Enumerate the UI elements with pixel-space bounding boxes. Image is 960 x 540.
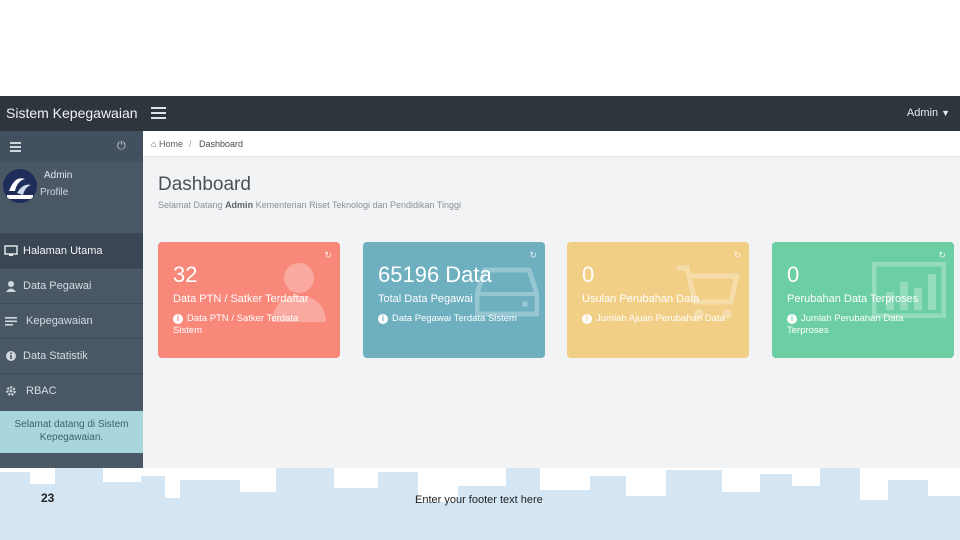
breadcrumb-home[interactable]: ⌂ Home xyxy=(151,139,183,149)
info-icon: i xyxy=(582,314,592,324)
card-value: 0 xyxy=(582,262,595,287)
card-info: i Data Pegawai Terdata Sistem xyxy=(378,313,528,325)
sidebar-item-data-statistik[interactable]: Data Statistik xyxy=(0,338,143,373)
power-icon[interactable]: ⏻ xyxy=(117,140,126,153)
user-menu[interactable]: Admin ▼ xyxy=(907,107,950,119)
sidebar: ⏻ Admin Profile Halaman Utama Data Pegaw… xyxy=(0,131,143,468)
sidebar-menu-icon[interactable] xyxy=(10,142,21,152)
desktop-icon xyxy=(4,245,18,257)
sidebar-item-label: RBAC xyxy=(26,385,57,397)
avatar xyxy=(3,169,37,203)
sidebar-item-kepegawaian[interactable]: Kepegawaian xyxy=(0,303,143,338)
profile-link[interactable]: Profile xyxy=(40,187,68,198)
bar-chart-icon xyxy=(872,262,946,318)
card-info: i Jumlah Perubahan Data Terproses xyxy=(787,313,937,337)
refresh-icon[interactable]: ↻ xyxy=(324,250,332,261)
page-title: Dashboard xyxy=(158,174,251,195)
stat-card-terproses[interactable]: ↻ 0 Perubahan Data Terproses i Jumlah Per… xyxy=(772,242,954,358)
sidebar-item-halaman-utama[interactable]: Halaman Utama xyxy=(0,233,143,268)
chevron-down-icon: ▼ xyxy=(941,108,950,118)
info-icon: i xyxy=(378,314,388,324)
card-info-text: Data PTN / Satker Terdata Sistem xyxy=(173,313,299,336)
app-screenshot: Sistem Kepegawaian Admin ▼ ⏻ Admin Profi… xyxy=(0,96,960,468)
footer-text: Enter your footer text here xyxy=(415,494,543,506)
card-info: i Data PTN / Satker Terdata Sistem xyxy=(173,313,323,337)
card-title: Total Data Pegawai xyxy=(378,293,473,305)
gear-icon xyxy=(4,385,18,397)
slide: Sistem Kepegawaian Admin ▼ ⏻ Admin Profi… xyxy=(0,0,960,540)
brand-title[interactable]: Sistem Kepegawaian xyxy=(6,105,138,121)
sidebar-header: ⏻ xyxy=(0,131,143,162)
list-icon xyxy=(4,315,18,327)
card-value: 32 xyxy=(173,262,198,287)
user-panel: Admin Profile xyxy=(0,162,143,222)
subtitle-suffix: Kementerian Riset Teknologi dan Pendidik… xyxy=(255,200,462,210)
card-info-text: Data Pegawai Terdata Sistem xyxy=(392,313,517,324)
sidebar-item-label: Data Pegawai xyxy=(23,280,92,292)
user-icon xyxy=(4,280,18,292)
card-info-text: Jumlah Ajuan Perubahan Data xyxy=(596,313,725,324)
card-info-text: Jumlah Perubahan Data Terproses xyxy=(787,313,904,336)
card-title: Data PTN / Satker Terdaftar xyxy=(173,293,309,305)
menu-toggle-icon[interactable] xyxy=(151,107,166,119)
user-name: Admin xyxy=(44,170,73,181)
card-title: Usulan Perubahan Data xyxy=(582,293,700,305)
subtitle-user: Admin xyxy=(225,200,254,210)
sidebar-item-label: Kepegawaian xyxy=(26,315,93,327)
user-menu-label: Admin xyxy=(906,107,939,119)
refresh-icon[interactable]: ↻ xyxy=(529,250,537,261)
refresh-icon[interactable]: ↻ xyxy=(938,250,946,261)
info-icon: i xyxy=(173,314,183,324)
refresh-icon[interactable]: ↻ xyxy=(733,250,741,261)
sidebar-item-rbac[interactable]: RBAC xyxy=(0,373,143,408)
info-icon xyxy=(4,350,18,362)
breadcrumb-separator: / xyxy=(189,139,192,149)
home-icon: ⌂ xyxy=(151,139,157,149)
top-navbar: Sistem Kepegawaian Admin ▼ xyxy=(0,96,960,131)
welcome-message: Selamat datang di Sistem Kepegawaian. xyxy=(0,411,143,453)
stat-card-ptn[interactable]: ↻ 32 Data PTN / Satker Terdaftar i Data P… xyxy=(158,242,340,358)
page-subtitle: Selamat Datang Admin Kementerian Riset T… xyxy=(158,200,461,210)
sidebar-item-data-pegawai[interactable]: Data Pegawai xyxy=(0,268,143,303)
card-title: Perubahan Data Terproses xyxy=(787,293,919,305)
slide-number: 23 xyxy=(41,491,55,505)
breadcrumb-current: Dashboard xyxy=(199,139,244,149)
card-value: 0 xyxy=(787,262,800,287)
info-icon: i xyxy=(787,314,797,324)
stat-card-pegawai[interactable]: ↻ 65196 Data Total Data Pegawai i Data Pe… xyxy=(363,242,545,358)
subtitle-prefix: Selamat Datang xyxy=(158,200,223,210)
breadcrumb: ⌂ Home / Dashboard xyxy=(143,131,960,157)
card-info: i Jumlah Ajuan Perubahan Data xyxy=(582,313,732,325)
sidebar-item-label: Data Statistik xyxy=(23,350,88,362)
breadcrumb-home-label: Home xyxy=(158,139,183,149)
card-value: 65196 Data xyxy=(378,262,492,287)
sidebar-item-label: Halaman Utama xyxy=(23,245,103,257)
stat-card-usulan[interactable]: ↻ 0 Usulan Perubahan Data i Jumlah Ajuan … xyxy=(567,242,749,358)
